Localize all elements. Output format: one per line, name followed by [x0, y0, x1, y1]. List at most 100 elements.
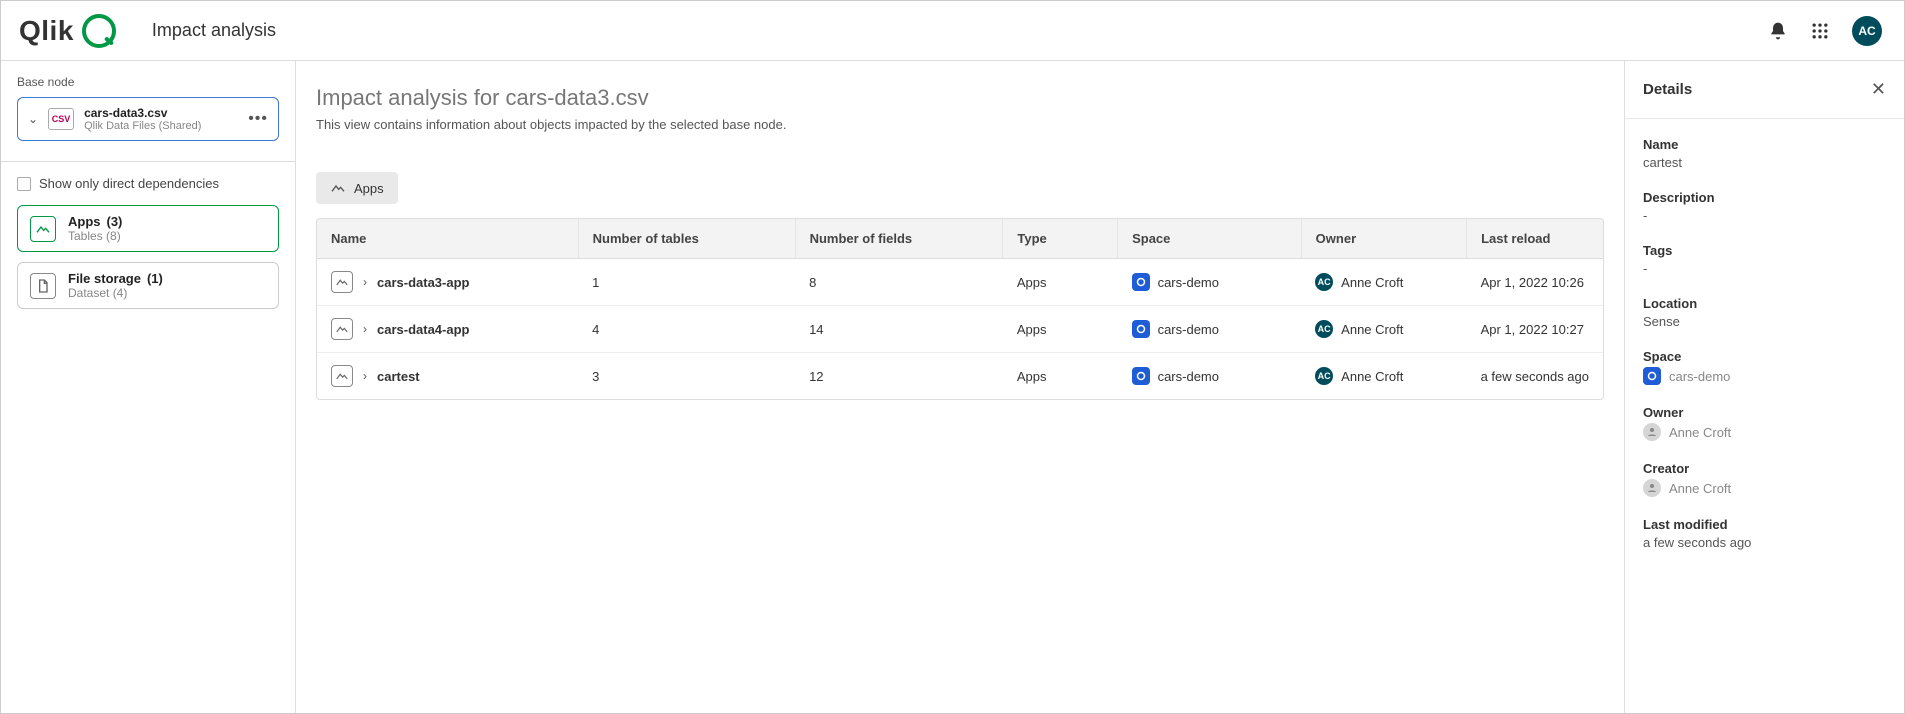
details-location-value: Sense: [1643, 314, 1886, 329]
row-tables: 1: [578, 259, 795, 306]
row-owner: Anne Croft: [1341, 275, 1403, 290]
details-description-label: Description: [1643, 190, 1886, 205]
table-row[interactable]: › cars-data3-app 1 8 Apps cars-demo AC An…: [317, 259, 1603, 306]
brand-text: Qlik: [19, 15, 74, 47]
user-avatar[interactable]: AC: [1852, 16, 1882, 46]
owner-avatar-icon: AC: [1315, 320, 1333, 338]
table-row[interactable]: › cars-data4-app 4 14 Apps cars-demo AC A…: [317, 306, 1603, 353]
tab-apps[interactable]: Apps: [316, 172, 398, 204]
person-icon: [1643, 423, 1661, 441]
more-options-icon[interactable]: •••: [248, 110, 268, 128]
table-row[interactable]: › cartest 3 12 Apps cars-demo AC Anne Cro…: [317, 353, 1603, 400]
details-name-label: Name: [1643, 137, 1886, 152]
col-owner[interactable]: Owner: [1301, 219, 1466, 259]
details-tags-value: -: [1643, 261, 1886, 276]
details-creator-value: Anne Croft: [1669, 481, 1731, 496]
checkbox-icon: [17, 177, 31, 191]
close-icon[interactable]: ✕: [1871, 79, 1886, 100]
row-fields: 12: [795, 353, 1003, 400]
chevron-right-icon[interactable]: ›: [363, 275, 367, 289]
row-owner: Anne Croft: [1341, 322, 1403, 337]
details-creator-label: Creator: [1643, 461, 1886, 476]
row-space: cars-demo: [1158, 275, 1219, 290]
category-filestorage-title: File storage: [68, 271, 141, 286]
row-name: cars-data4-app: [377, 322, 469, 337]
category-filestorage-count: (1): [147, 271, 163, 286]
col-space[interactable]: Space: [1118, 219, 1302, 259]
owner-avatar-icon: AC: [1315, 273, 1333, 291]
apps-table: Name Number of tables Number of fields T…: [316, 218, 1604, 400]
space-icon: [1132, 367, 1150, 385]
category-filestorage-sub: Dataset (4): [68, 286, 163, 300]
details-space-label: Space: [1643, 349, 1886, 364]
main-content: Impact analysis for cars-data3.csv This …: [296, 61, 1624, 713]
details-description-value: -: [1643, 208, 1886, 223]
details-owner-value: Anne Croft: [1669, 425, 1731, 440]
space-icon: [1132, 273, 1150, 291]
category-apps[interactable]: Apps (3) Tables (8): [17, 205, 279, 252]
content-heading: Impact analysis for cars-data3.csv: [316, 85, 1624, 111]
app-icon: [331, 271, 353, 293]
chevron-right-icon[interactable]: ›: [363, 369, 367, 383]
col-type[interactable]: Type: [1003, 219, 1118, 259]
col-tables[interactable]: Number of tables: [578, 219, 795, 259]
chevron-right-icon[interactable]: ›: [363, 322, 367, 336]
space-icon: [1132, 320, 1150, 338]
row-name: cartest: [377, 369, 420, 384]
row-type: Apps: [1003, 306, 1118, 353]
row-fields: 14: [795, 306, 1003, 353]
category-apps-count: (3): [107, 214, 123, 229]
row-last-reload: Apr 1, 2022 10:26: [1467, 259, 1603, 306]
col-name[interactable]: Name: [317, 219, 578, 259]
owner-avatar-icon: AC: [1315, 367, 1333, 385]
apps-icon: [30, 216, 56, 242]
details-tags-label: Tags: [1643, 243, 1886, 258]
details-location-label: Location: [1643, 296, 1886, 311]
sidebar: Base node ⌄ CSV cars-data3.csv Qlik Data…: [1, 61, 296, 713]
row-type: Apps: [1003, 353, 1118, 400]
category-apps-title: Apps: [68, 214, 101, 229]
topbar: Qlik Impact analysis AC: [1, 1, 1904, 61]
details-lastmod-label: Last modified: [1643, 517, 1886, 532]
qlik-q-icon: [82, 14, 116, 48]
space-icon: [1643, 367, 1661, 385]
row-owner: Anne Croft: [1341, 369, 1403, 384]
tab-apps-label: Apps: [354, 181, 384, 196]
app-launcher-icon[interactable]: [1810, 21, 1830, 41]
col-last-reload[interactable]: Last reload: [1467, 219, 1603, 259]
base-node-subtitle: Qlik Data Files (Shared): [84, 120, 201, 132]
category-file-storage[interactable]: File storage (1) Dataset (4): [17, 262, 279, 309]
csv-file-icon: CSV: [48, 108, 74, 130]
row-fields: 8: [795, 259, 1003, 306]
show-direct-label: Show only direct dependencies: [39, 176, 219, 191]
row-tables: 3: [578, 353, 795, 400]
row-last-reload: a few seconds ago: [1467, 353, 1603, 400]
base-node-card[interactable]: ⌄ CSV cars-data3.csv Qlik Data Files (Sh…: [17, 97, 279, 141]
page-title: Impact analysis: [152, 20, 276, 41]
details-space-value: cars-demo: [1669, 369, 1730, 384]
row-name: cars-data3-app: [377, 275, 469, 290]
details-name-value: cartest: [1643, 155, 1886, 170]
details-title: Details: [1643, 81, 1692, 98]
notifications-icon[interactable]: [1768, 21, 1788, 41]
details-lastmod-value: a few seconds ago: [1643, 535, 1886, 550]
row-space: cars-demo: [1158, 369, 1219, 384]
col-fields[interactable]: Number of fields: [795, 219, 1003, 259]
details-owner-label: Owner: [1643, 405, 1886, 420]
show-direct-checkbox[interactable]: Show only direct dependencies: [17, 176, 279, 191]
content-subheading: This view contains information about obj…: [316, 117, 1624, 132]
file-icon: [30, 273, 56, 299]
row-tables: 4: [578, 306, 795, 353]
row-type: Apps: [1003, 259, 1118, 306]
details-panel: Details ✕ Name cartest Description - Tag…: [1624, 61, 1904, 713]
row-last-reload: Apr 1, 2022 10:27: [1467, 306, 1603, 353]
app-icon: [331, 318, 353, 340]
row-space: cars-demo: [1158, 322, 1219, 337]
base-node-name: cars-data3.csv: [84, 106, 201, 120]
qlik-logo[interactable]: Qlik: [19, 14, 116, 48]
category-apps-sub: Tables (8): [68, 229, 122, 243]
person-icon: [1643, 479, 1661, 497]
base-node-label: Base node: [17, 75, 279, 89]
chevron-down-icon[interactable]: ⌄: [28, 112, 38, 126]
app-icon: [331, 365, 353, 387]
